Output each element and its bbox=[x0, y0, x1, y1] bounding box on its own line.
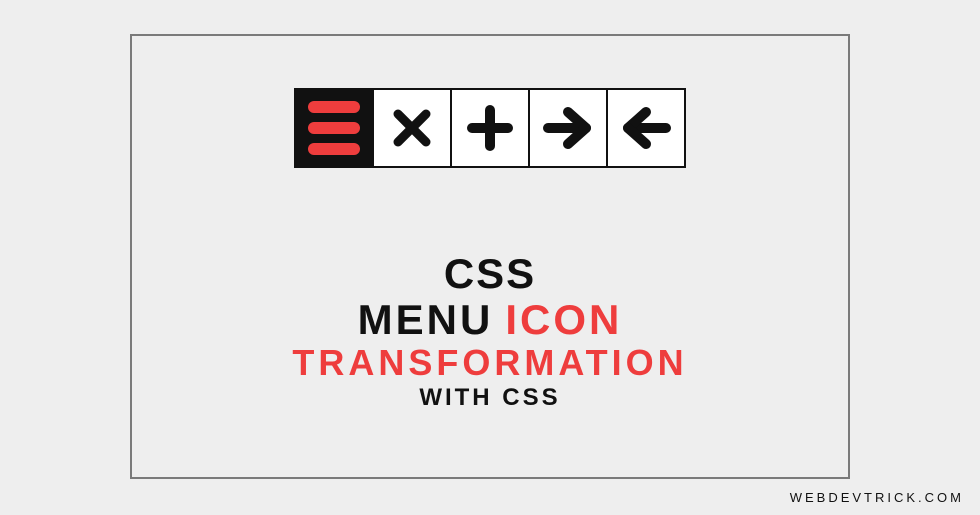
plus-icon-box[interactable] bbox=[450, 88, 530, 168]
arrow-right-icon bbox=[542, 104, 594, 152]
hamburger-icon-box[interactable] bbox=[294, 88, 374, 168]
arrow-right-icon-box[interactable] bbox=[528, 88, 608, 168]
watermark: WEBDEVTRICK.COM bbox=[790, 490, 964, 505]
content-frame: CSS MENUICON TRANSFORMATION WITH CSS bbox=[130, 34, 850, 479]
close-icon-box[interactable] bbox=[372, 88, 452, 168]
plus-icon bbox=[466, 104, 514, 152]
title-block: CSS MENUICON TRANSFORMATION WITH CSS bbox=[292, 250, 687, 412]
close-icon bbox=[388, 104, 436, 152]
title-line-1: CSS bbox=[292, 250, 687, 298]
title-line-2b: ICON bbox=[505, 296, 622, 343]
title-line-4: WITH CSS bbox=[292, 384, 687, 412]
icon-row bbox=[294, 88, 686, 168]
hamburger-icon bbox=[308, 101, 360, 155]
title-line-3: TRANSFORMATION bbox=[292, 342, 687, 384]
title-line-2a: MENU bbox=[358, 296, 494, 343]
arrow-left-icon bbox=[620, 104, 672, 152]
arrow-left-icon-box[interactable] bbox=[606, 88, 686, 168]
title-line-2: MENUICON bbox=[292, 296, 687, 344]
